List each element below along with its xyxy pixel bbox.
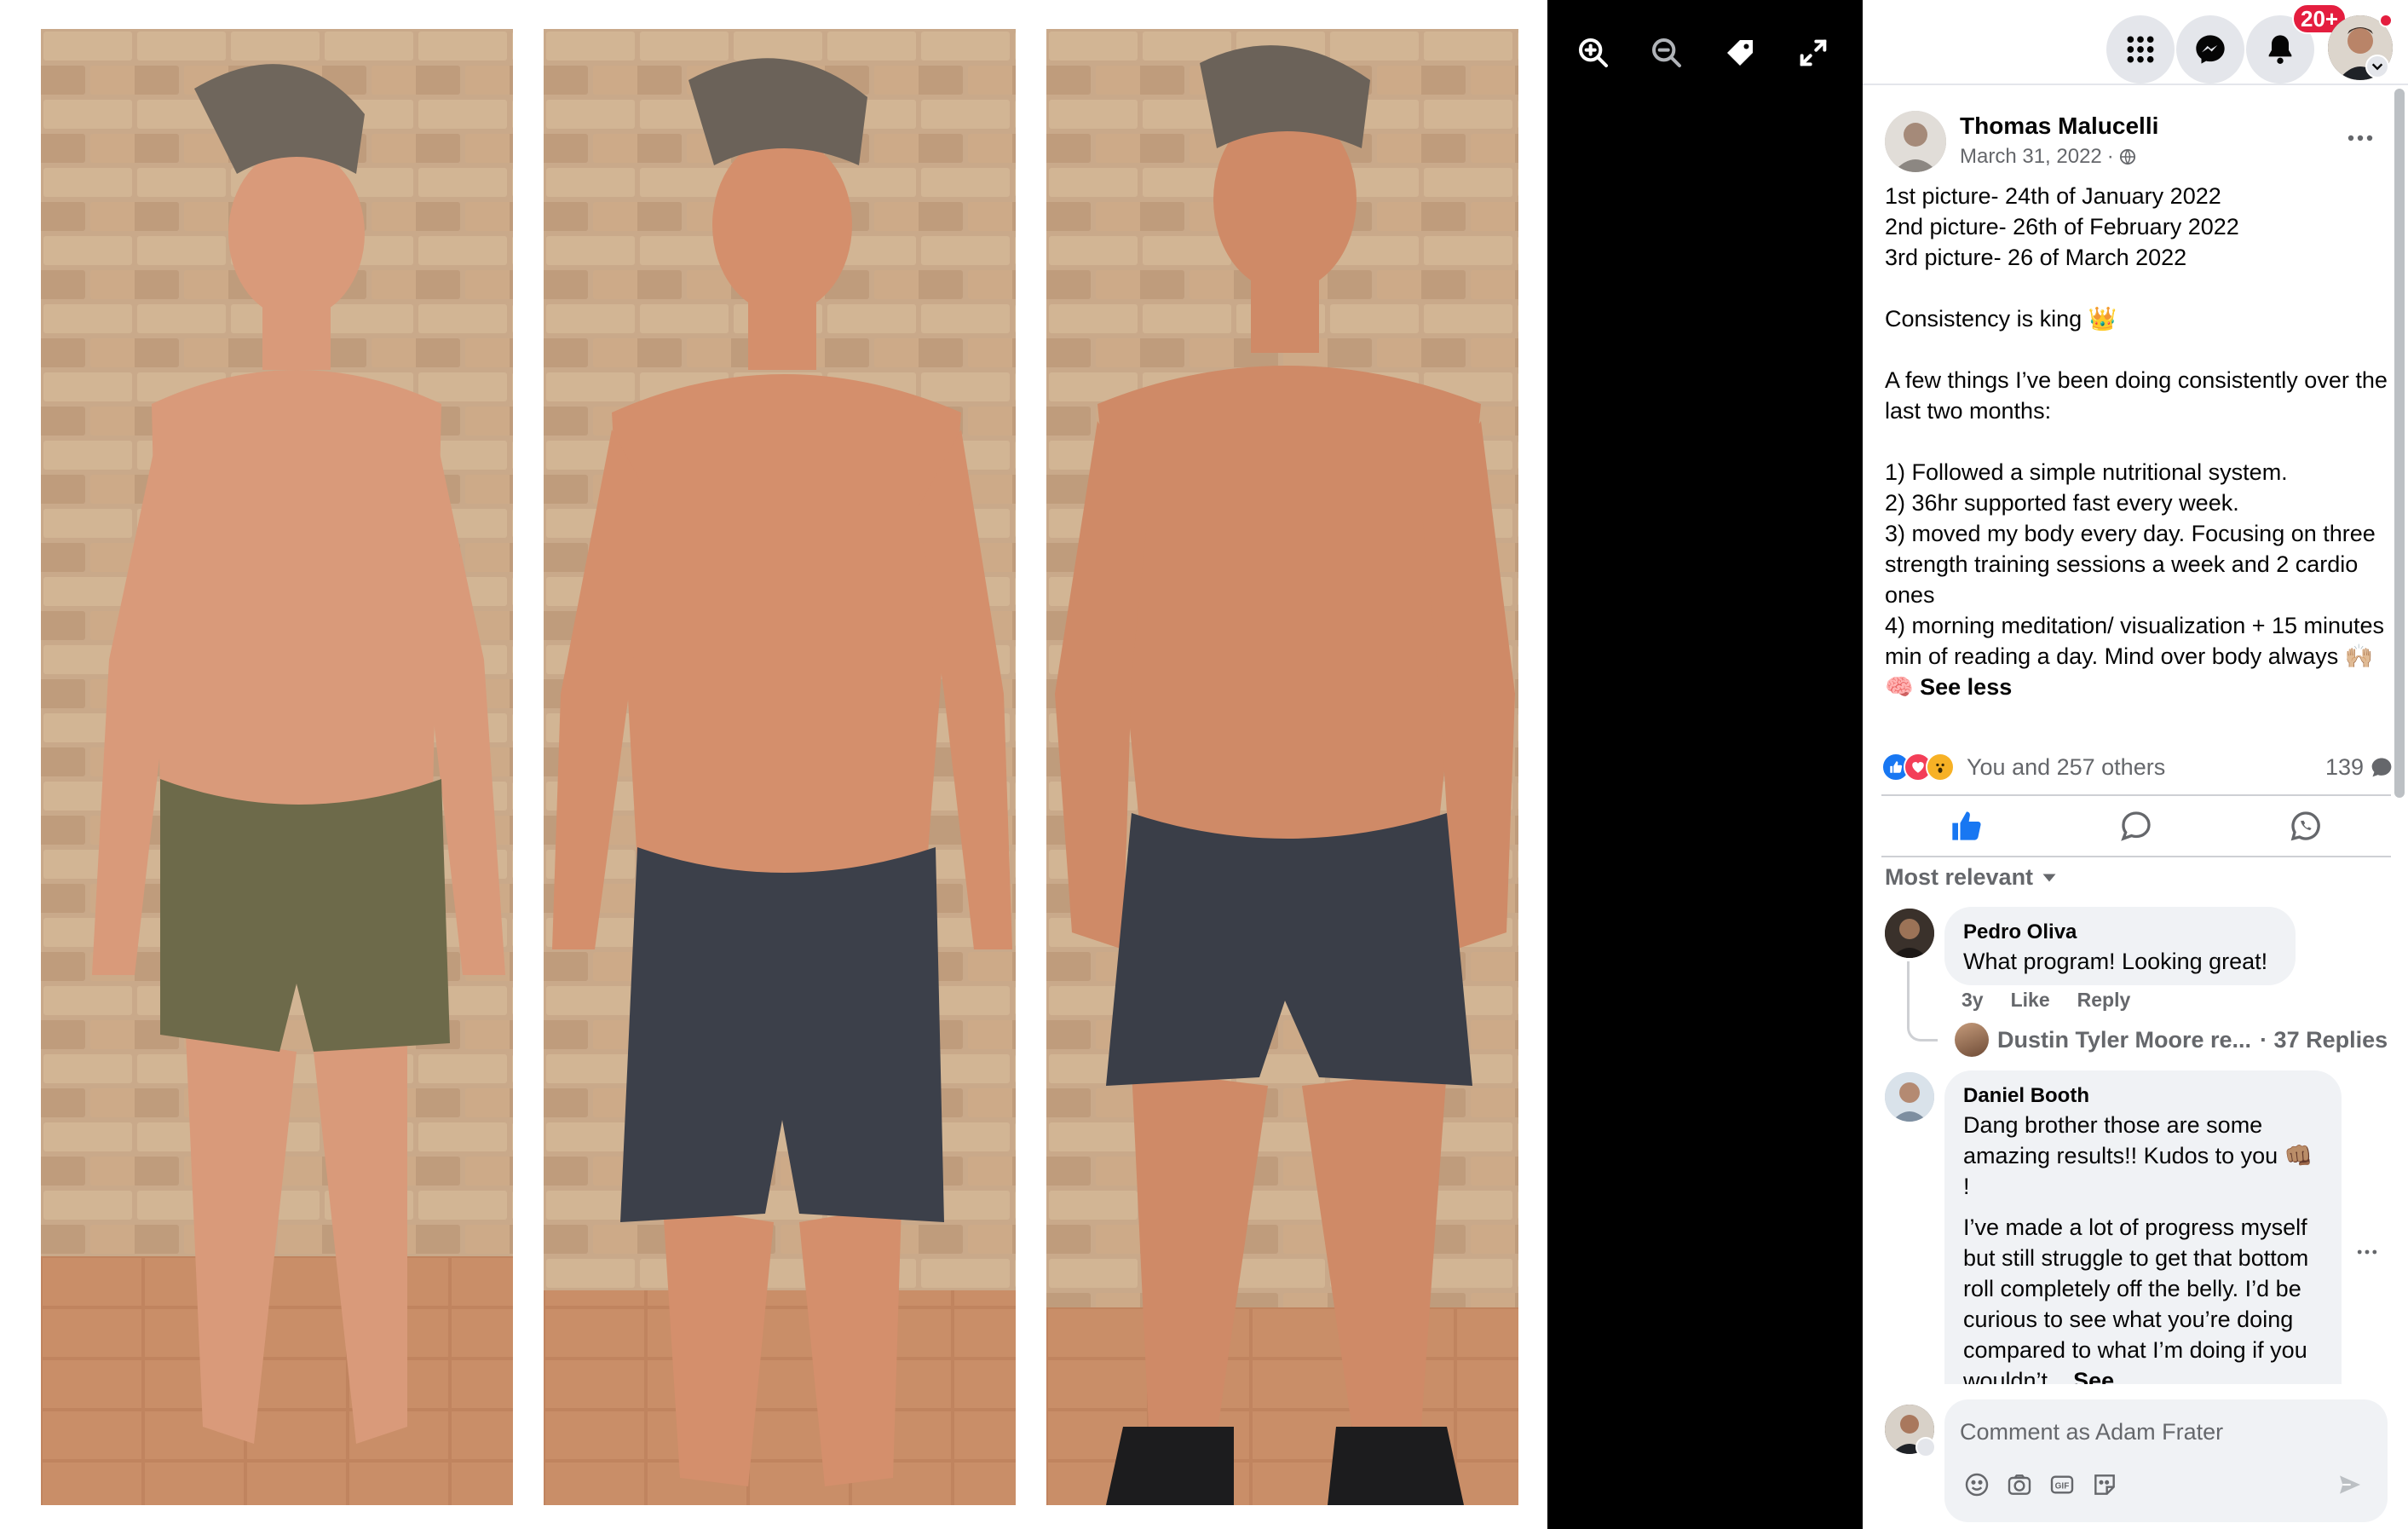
progress-photo-panel-1 xyxy=(41,29,513,1505)
zoom-out-button[interactable] xyxy=(1636,22,1697,84)
zoom-out-icon xyxy=(1652,38,1681,67)
post-options-button[interactable] xyxy=(2335,121,2386,155)
messenger-button[interactable] xyxy=(2176,15,2244,84)
thumbs-up-icon xyxy=(1951,811,1981,840)
comment-age[interactable]: 3y xyxy=(1962,989,1984,1012)
zoom-in-icon xyxy=(1579,38,1608,67)
comment-reply-button[interactable]: Reply xyxy=(2077,989,2131,1012)
sticker-icon xyxy=(2094,1474,2115,1495)
tag-icon xyxy=(1727,40,1753,66)
post-line: 1st picture- 24th of January 2022 xyxy=(1885,183,2221,209)
replies-author-text: Dustin Tyler Moore re... xyxy=(1997,1026,2252,1053)
sticker-button[interactable] xyxy=(2089,1469,2120,1500)
comment-author-avatar[interactable] xyxy=(1885,1072,1934,1122)
post-text: 1st picture- 24th of January 2022 2nd pi… xyxy=(1885,181,2396,702)
author-avatar-image xyxy=(1885,111,1946,172)
gif-icon: GIF xyxy=(2050,1475,2074,1494)
comment-paragraph: Dang brother those are some amazing resu… xyxy=(1963,1112,2319,1199)
comment-paragraph: I’ve made a lot of progress myself but s… xyxy=(1963,1212,2323,1396)
account-status-dot xyxy=(2379,14,2393,27)
fullscreen-icon xyxy=(1800,39,1827,66)
author-avatar[interactable] xyxy=(1885,111,1946,172)
menu-button[interactable] xyxy=(2106,15,2175,84)
post-date[interactable]: March 31, 2022 xyxy=(1960,145,2102,169)
comment-paragraph-text: I’ve made a lot of progress myself but s… xyxy=(1963,1215,2315,1393)
chevron-down-icon xyxy=(2371,63,2383,71)
post-line: 2nd picture- 26th of February 2022 xyxy=(1885,214,2239,239)
zoom-in-button[interactable] xyxy=(1563,22,1624,84)
comment-like-button[interactable]: Like xyxy=(2011,989,2050,1012)
post-line: Consistency is king 👑 xyxy=(1885,306,2117,332)
fullscreen-button[interactable] xyxy=(1783,22,1844,84)
comment-options-button[interactable] xyxy=(2357,1244,2391,1261)
comment-bubble: Pedro Oliva What program! Looking great! xyxy=(1944,907,2296,985)
whatsapp-icon xyxy=(2290,811,2321,841)
progress-photo-panel-2 xyxy=(544,29,1016,1505)
like-button[interactable] xyxy=(1881,796,2051,856)
see-less-link[interactable]: See less xyxy=(1920,674,2012,700)
comment-text: What program! Looking great! xyxy=(1963,949,2268,974)
comment-button[interactable] xyxy=(2051,796,2221,856)
send-icon xyxy=(2340,1475,2360,1494)
comment-bubble-icon xyxy=(2371,758,2392,777)
view-replies-link[interactable]: Dustin Tyler Moore re... · 37 Replies xyxy=(1955,1023,2388,1057)
post-line: 1) Followed a simple nutritional system. xyxy=(1885,459,2288,485)
bell-icon xyxy=(2268,35,2292,64)
commenter-avatar-image xyxy=(1885,1072,1934,1122)
messenger-icon xyxy=(2196,35,2225,64)
post-line: 2) 36hr supported fast every week. xyxy=(1885,490,2239,516)
comment-input[interactable] xyxy=(1960,1415,2369,1449)
globe-icon xyxy=(2119,148,2135,165)
comment-meta: 3y Like Reply xyxy=(1962,989,2130,1012)
reply-thread-line xyxy=(1907,961,1938,1041)
comment-sort-label: Most relevant xyxy=(1885,864,2034,890)
progress-photo[interactable] xyxy=(0,0,1547,1529)
progress-photo-panel-3 xyxy=(1046,29,1518,1505)
reactions-summary: You and 257 others 139 xyxy=(1881,750,2393,784)
commenter-avatar-image xyxy=(1885,909,1934,958)
svg-text:GIF: GIF xyxy=(2055,1482,2070,1491)
reply-author-avatar xyxy=(1955,1023,1989,1057)
account-menu-caret[interactable] xyxy=(2365,55,2389,78)
comment-bubble: Daniel Booth Dang brother those are some… xyxy=(1944,1070,2342,1411)
post-line: 3) moved my body every day. Focusing on … xyxy=(1885,521,2382,608)
wow-reaction-icon[interactable] xyxy=(1926,753,1955,782)
comment-count-value: 139 xyxy=(2324,753,2364,780)
caret-down-icon xyxy=(2042,874,2056,881)
gif-button[interactable]: GIF xyxy=(2047,1469,2077,1500)
post-author-name[interactable]: Thomas Malucelli xyxy=(1960,113,2158,140)
whatsapp-share-button[interactable] xyxy=(2221,796,2391,856)
reactions-count-text[interactable]: You and 257 others xyxy=(1967,754,2165,781)
post-timestamp-row: March 31, 2022 · xyxy=(1960,145,2136,169)
tag-photo-button[interactable] xyxy=(1709,22,1771,84)
more-horizontal-icon xyxy=(2348,135,2373,141)
comment-icon xyxy=(2121,811,2151,841)
post-line: 4) morning meditation/ visualization + 1… xyxy=(1885,610,2396,702)
post-line: A few things I’ve been doing consistentl… xyxy=(1885,367,2394,424)
comment-author-avatar[interactable] xyxy=(1885,909,1934,958)
date-separator: · xyxy=(2106,145,2114,168)
menu-grid-icon xyxy=(2127,36,2154,63)
camera-icon xyxy=(2008,1474,2031,1495)
emoji-button[interactable] xyxy=(1962,1469,1992,1500)
comment-sort-dropdown[interactable]: Most relevant xyxy=(1885,864,2057,891)
comment-count[interactable]: 139 xyxy=(2325,754,2393,781)
profile-switch-caret[interactable] xyxy=(1915,1437,1936,1457)
replies-count: · 37 Replies xyxy=(2260,1026,2388,1053)
post-line: 3rd picture- 26 of March 2022 xyxy=(1885,245,2187,270)
comment-author-name[interactable]: Daniel Booth xyxy=(1963,1082,2323,1110)
post-action-bar xyxy=(1881,794,2391,857)
smiley-icon xyxy=(1965,1473,1989,1497)
comment-text: Dang brother those are some amazing resu… xyxy=(1963,1110,2323,1396)
photo-upload-button[interactable] xyxy=(2004,1469,2035,1500)
photo-viewer xyxy=(0,0,1863,1529)
comment-author-name[interactable]: Pedro Oliva xyxy=(1963,919,2277,946)
more-horizontal-icon xyxy=(2357,1249,2377,1255)
send-comment-button[interactable] xyxy=(2335,1469,2365,1500)
